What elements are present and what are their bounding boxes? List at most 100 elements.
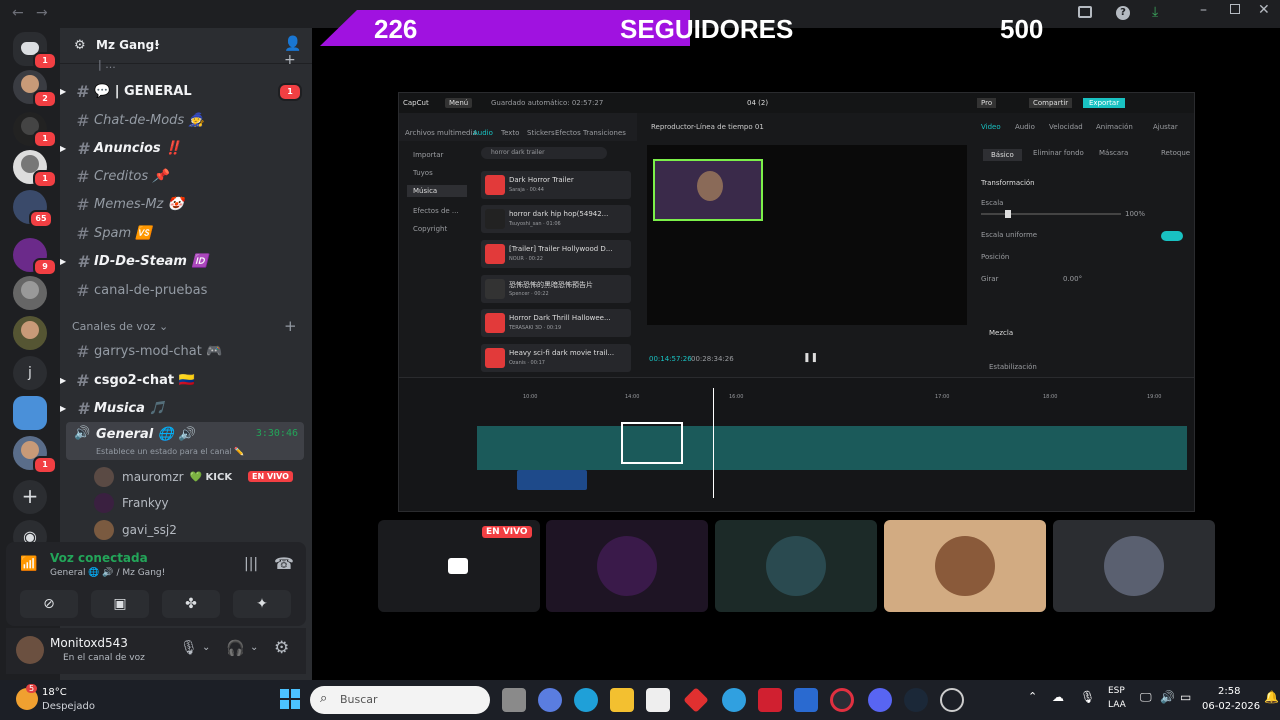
rotate-value[interactable]: 0.00° xyxy=(1063,275,1082,283)
pro-button[interactable]: Pro xyxy=(977,98,997,108)
export-button[interactable]: Exportar xyxy=(1083,98,1126,108)
obs-icon[interactable] xyxy=(940,688,964,712)
voice-status[interactable]: Voz conectada xyxy=(50,551,148,565)
app-icon[interactable] xyxy=(722,688,746,712)
activities-button[interactable]: ✤ xyxy=(162,590,220,618)
keyboard-layout[interactable]: LAA xyxy=(1108,700,1126,710)
pause-icon[interactable]: ❚❚ xyxy=(803,353,818,363)
clock-date[interactable]: 06-02-2026 xyxy=(1202,701,1260,712)
share-button[interactable]: Compartir xyxy=(1029,98,1073,108)
music-item[interactable]: Heavy sci-fi dark movie trail... Ozanis ·… xyxy=(481,344,631,372)
channel-id-de-steam[interactable]: ▶ # ID-De-Steam 🆔 xyxy=(60,249,306,273)
microphone-icon[interactable]: 🎙 xyxy=(1080,690,1095,704)
mcafee-icon[interactable] xyxy=(758,688,782,712)
battery-icon[interactable]: ▭ xyxy=(1180,690,1191,704)
music-item[interactable]: 恐怖恐怖的黑暗恐怖預告片 Spencer · 00:22 xyxy=(481,275,631,303)
add-server-icon[interactable]: + xyxy=(13,480,47,514)
side-yours[interactable]: Tuyos xyxy=(413,169,433,177)
windows-start-icon[interactable] xyxy=(280,689,300,709)
right-tab-animation[interactable]: Animación xyxy=(1096,123,1133,131)
noise-suppression-icon[interactable]: ||| xyxy=(244,556,258,572)
inbox-icon[interactable] xyxy=(1078,6,1092,18)
channel-spam[interactable]: # Spam 🆚 xyxy=(72,221,306,245)
stabilize-label[interactable]: Estabilización xyxy=(989,363,1037,371)
tab-transitions[interactable]: Transiciones xyxy=(583,129,626,137)
volume-icon[interactable]: 🔊 xyxy=(1160,690,1175,704)
arrow-left-icon[interactable]: ← xyxy=(12,5,24,21)
uniform-toggle[interactable] xyxy=(1161,231,1183,241)
right-tab-audio[interactable]: Audio xyxy=(1015,123,1035,131)
scale-slider[interactable] xyxy=(981,210,1121,218)
tab-audio[interactable]: Audio xyxy=(473,129,493,137)
opera-gx-icon[interactable] xyxy=(830,688,854,712)
avatar[interactable] xyxy=(16,636,44,664)
clock-time[interactable]: 2:58 xyxy=(1218,686,1240,697)
red-app-icon[interactable] xyxy=(683,687,709,713)
sub-tab-mask[interactable]: Máscara xyxy=(1099,149,1128,157)
channel-csgo2[interactable]: ▶ # csgo2-chat 🇨🇴 xyxy=(60,368,306,392)
playhead[interactable] xyxy=(713,388,714,498)
network-icon[interactable]: 🖵 xyxy=(1140,690,1152,705)
chevron-down-icon[interactable]: ⌄ xyxy=(202,642,210,653)
participant-tile[interactable] xyxy=(546,520,708,612)
download-icon[interactable]: ⤓ xyxy=(1152,4,1158,20)
right-tab-adjust[interactable]: Ajustar xyxy=(1153,123,1178,131)
tab-stickers[interactable]: Stickers xyxy=(527,129,555,137)
right-tab-speed[interactable]: Velocidad xyxy=(1049,123,1083,131)
server-icon[interactable] xyxy=(13,396,47,430)
sub-tab-remove-bg[interactable]: Eliminar fondo xyxy=(1033,149,1084,157)
tab-text[interactable]: Texto xyxy=(501,129,519,137)
close-icon[interactable]: ✕ xyxy=(1258,2,1270,18)
soundboard-button[interactable]: ✦ xyxy=(233,590,291,618)
help-icon[interactable]: ? xyxy=(1116,6,1130,20)
set-status-link[interactable]: Establece un estado para el canal ✏️ xyxy=(96,447,244,456)
channel-chat-de-mods[interactable]: # Chat-de-Mods 🧙 xyxy=(72,108,306,132)
right-tab-video[interactable]: Video xyxy=(981,123,1001,131)
voice-location[interactable]: General 🌐 🔊 / Mz Gang! xyxy=(50,568,165,578)
voice-user[interactable]: gavi_ssj2 xyxy=(94,519,177,541)
chevron-down-icon[interactable]: ⌄ xyxy=(250,642,258,653)
music-item[interactable]: [Trailer] Trailer Hollywood D... NOUR · 0… xyxy=(481,240,631,268)
side-effects[interactable]: Efectos de ... xyxy=(413,207,459,215)
audio-clip[interactable] xyxy=(517,470,587,490)
cloud-icon[interactable]: ☁ xyxy=(1052,690,1064,704)
voice-user[interactable]: Frankyy xyxy=(94,492,169,514)
voice-user[interactable]: mauromzr 💚 KICK xyxy=(94,466,232,488)
maximize-icon[interactable] xyxy=(1230,4,1240,14)
capcut-menu[interactable]: Menú xyxy=(445,98,473,108)
steam-icon[interactable] xyxy=(904,688,928,712)
active-voice-channel[interactable]: 🔊 General 🌐 🔊 3:30:46 Establece un estad… xyxy=(66,422,304,460)
participant-tile[interactable] xyxy=(884,520,1046,612)
language-indicator[interactable]: ESP xyxy=(1108,686,1125,696)
headphones-icon[interactable]: 🎧 xyxy=(226,639,245,657)
microphone-icon[interactable]: 🎙 xyxy=(180,640,198,656)
channel-creditos[interactable]: # Creditos 📌 xyxy=(72,164,306,188)
settings-gear-icon[interactable]: ⚙ xyxy=(274,638,289,658)
arrow-right-icon[interactable]: → xyxy=(36,5,48,21)
participant-tile[interactable] xyxy=(1053,520,1215,612)
side-import[interactable]: Importar xyxy=(413,151,443,159)
add-user-icon[interactable]: 👤+ xyxy=(284,36,312,68)
selected-clip[interactable] xyxy=(621,422,683,464)
sub-tab-retouch[interactable]: Retoque xyxy=(1161,149,1190,157)
disconnect-icon[interactable]: ☎ xyxy=(274,554,294,573)
timeline[interactable]: 10:00 14:00 16:00 17:00 18:00 19:00 xyxy=(399,377,1194,511)
video-track[interactable] xyxy=(477,426,1187,470)
camera-off-button[interactable]: ⊘ xyxy=(20,590,78,618)
channel-musica[interactable]: ▶ # Musica 🎵 xyxy=(60,396,306,420)
minimize-icon[interactable]: – xyxy=(1200,2,1207,18)
server-icon[interactable] xyxy=(13,276,47,310)
video-preview[interactable] xyxy=(647,145,967,325)
scale-value[interactable]: 100% xyxy=(1125,210,1145,218)
side-copyright[interactable]: Copyright xyxy=(413,225,447,233)
channel-memes[interactable]: # Memes-Mz 🤡 xyxy=(72,192,306,216)
music-item[interactable]: Horror Dark Thrill Hallowee... TERASAKI 3… xyxy=(481,309,631,337)
voice-category[interactable]: Canales de voz ⌄ xyxy=(72,320,168,333)
store-icon[interactable] xyxy=(646,688,670,712)
server-icon[interactable]: j xyxy=(13,356,47,390)
participant-tile[interactable] xyxy=(715,520,877,612)
add-channel-icon[interactable]: + xyxy=(284,317,297,335)
sub-tab-basic[interactable]: Básico xyxy=(983,149,1022,161)
channel-garrys-mod[interactable]: # garrys-mod-chat 🎮 xyxy=(72,339,306,363)
copilot-icon[interactable] xyxy=(538,688,562,712)
